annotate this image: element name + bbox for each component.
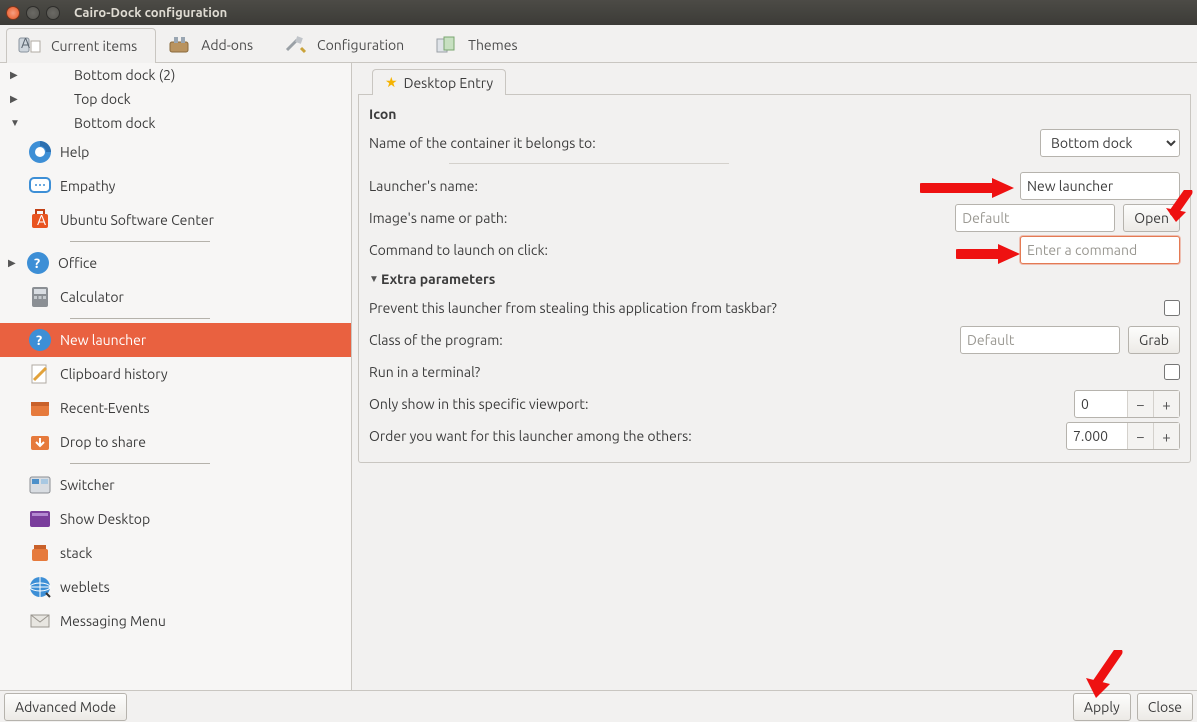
viewport-decrement[interactable]: − — [1127, 391, 1153, 417]
image-path-label: Image's name or path: — [369, 210, 947, 226]
help-icon — [26, 138, 54, 166]
svg-text:?: ? — [36, 332, 42, 348]
collapse-icon: ▼ — [10, 117, 20, 129]
order-decrement[interactable]: − — [1127, 423, 1153, 449]
content-panel: ★ Desktop Entry Icon Name of the contain… — [352, 63, 1197, 690]
image-path-input[interactable] — [955, 204, 1115, 232]
viewport-label: Only show in this specific viewport: — [369, 396, 1066, 412]
tab-current-items-label: Current items — [51, 38, 137, 54]
window-titlebar: Cairo-Dock configuration — [0, 0, 1197, 25]
tab-configuration-label: Configuration — [317, 37, 404, 53]
software-center-icon: A — [26, 206, 54, 234]
viewport-spinner[interactable]: − + — [1074, 390, 1180, 418]
calculator-icon — [26, 283, 54, 311]
tree-top-dock[interactable]: ▶Top dock — [0, 87, 351, 111]
terminal-checkbox[interactable] — [1164, 364, 1180, 380]
sidebar: ▶Bottom dock (2) ▶Top dock ▼Bottom dock … — [0, 63, 352, 690]
prevent-steal-checkbox[interactable] — [1164, 300, 1180, 316]
command-input[interactable] — [1020, 236, 1180, 264]
class-input[interactable] — [960, 326, 1120, 354]
question-icon: ? — [26, 326, 54, 354]
svg-text:A: A — [37, 212, 46, 228]
viewport-increment[interactable]: + — [1153, 391, 1179, 417]
order-spinner[interactable]: − + — [1066, 422, 1180, 450]
tab-themes-label: Themes — [468, 37, 517, 53]
window-maximize-button[interactable] — [46, 6, 60, 20]
sidebar-item-stack[interactable]: stack — [0, 536, 351, 570]
tree-bottom-dock-2[interactable]: ▶Bottom dock (2) — [0, 63, 351, 87]
launcher-name-input[interactable] — [1020, 172, 1180, 200]
desktop-entry-panel: Icon Name of the container it belongs to… — [358, 95, 1191, 463]
sidebar-item-recent-events[interactable]: Recent-Events — [0, 391, 351, 425]
window-title: Cairo-Dock configuration — [74, 6, 227, 20]
tab-themes[interactable]: Themes — [423, 27, 536, 62]
tab-configuration[interactable]: Configuration — [272, 27, 423, 62]
order-value[interactable] — [1067, 423, 1127, 449]
recent-events-icon — [26, 394, 54, 422]
expand-icon: ▶ — [10, 93, 20, 105]
content-tab-row: ★ Desktop Entry — [358, 67, 1191, 95]
sidebar-item-office[interactable]: ▶ ? Office — [0, 246, 351, 280]
sidebar-item-clipboard-history[interactable]: Clipboard history — [0, 357, 351, 391]
container-label: Name of the container it belongs to: — [369, 135, 1032, 151]
collapse-icon: ▼ — [369, 273, 381, 285]
sidebar-item-help[interactable]: Help — [0, 135, 351, 169]
tab-addons-label: Add-ons — [201, 37, 253, 53]
sidebar-item-drop-to-share[interactable]: Drop to share — [0, 425, 351, 459]
show-desktop-icon — [26, 505, 54, 533]
sidebar-item-messaging-menu[interactable]: Messaging Menu — [0, 604, 351, 638]
section-icon: Icon — [369, 101, 1180, 127]
clipboard-icon — [26, 360, 54, 388]
sidebar-item-calculator[interactable]: Calculator — [0, 280, 351, 314]
top-tab-bar: Aa Current items Add-ons Configuration T… — [0, 25, 1197, 63]
window-close-button[interactable] — [6, 6, 20, 20]
class-label: Class of the program: — [369, 332, 952, 348]
launcher-name-label: Launcher's name: — [369, 178, 1012, 194]
section-extra-parameters[interactable]: ▼Extra parameters — [369, 266, 1180, 292]
footer-bar: Advanced Mode Apply Close — [0, 690, 1197, 722]
viewport-value[interactable] — [1075, 391, 1127, 417]
separator — [70, 463, 210, 464]
configuration-icon — [283, 34, 309, 56]
sidebar-item-switcher[interactable]: Switcher — [0, 468, 351, 502]
switcher-icon — [26, 471, 54, 499]
tree-bottom-dock[interactable]: ▼Bottom dock — [0, 111, 351, 135]
sidebar-item-weblets[interactable]: weblets — [0, 570, 351, 604]
container-select[interactable]: Bottom dock — [1040, 129, 1180, 157]
terminal-label: Run in a terminal? — [369, 364, 1156, 380]
sidebar-item-show-desktop[interactable]: Show Desktop — [0, 502, 351, 536]
current-items-icon: Aa — [17, 35, 43, 57]
prevent-steal-label: Prevent this launcher from stealing this… — [369, 300, 1156, 316]
tab-current-items[interactable]: Aa Current items — [6, 28, 156, 63]
open-button[interactable]: Open — [1123, 204, 1180, 232]
star-icon: ★ — [385, 74, 398, 91]
advanced-mode-button[interactable]: Advanced Mode — [4, 693, 127, 721]
sidebar-item-new-launcher[interactable]: ? New launcher — [0, 323, 351, 357]
office-icon: ? — [24, 249, 52, 277]
apply-button[interactable]: Apply — [1073, 693, 1131, 721]
window-minimize-button[interactable] — [26, 6, 40, 20]
empathy-icon — [26, 172, 54, 200]
weblets-icon — [26, 573, 54, 601]
messaging-icon — [26, 607, 54, 635]
themes-icon — [434, 34, 460, 56]
stack-icon — [26, 539, 54, 567]
sidebar-item-ubuntu-software-center[interactable]: A Ubuntu Software Center — [0, 203, 351, 237]
grab-button[interactable]: Grab — [1128, 326, 1180, 354]
separator — [449, 163, 729, 164]
drop-to-share-icon — [26, 428, 54, 456]
order-label: Order you want for this launcher among t… — [369, 428, 1058, 444]
expand-icon: ▶ — [8, 257, 18, 269]
order-increment[interactable]: + — [1153, 423, 1179, 449]
svg-text:?: ? — [34, 255, 40, 271]
addons-icon — [167, 34, 193, 56]
separator — [70, 241, 210, 242]
command-label: Command to launch on click: — [369, 242, 1012, 258]
close-button[interactable]: Close — [1137, 693, 1193, 721]
tab-addons[interactable]: Add-ons — [156, 27, 272, 62]
separator — [70, 318, 210, 319]
tab-desktop-entry[interactable]: ★ Desktop Entry — [372, 69, 506, 95]
expand-icon: ▶ — [10, 69, 20, 81]
sidebar-item-empathy[interactable]: Empathy — [0, 169, 351, 203]
